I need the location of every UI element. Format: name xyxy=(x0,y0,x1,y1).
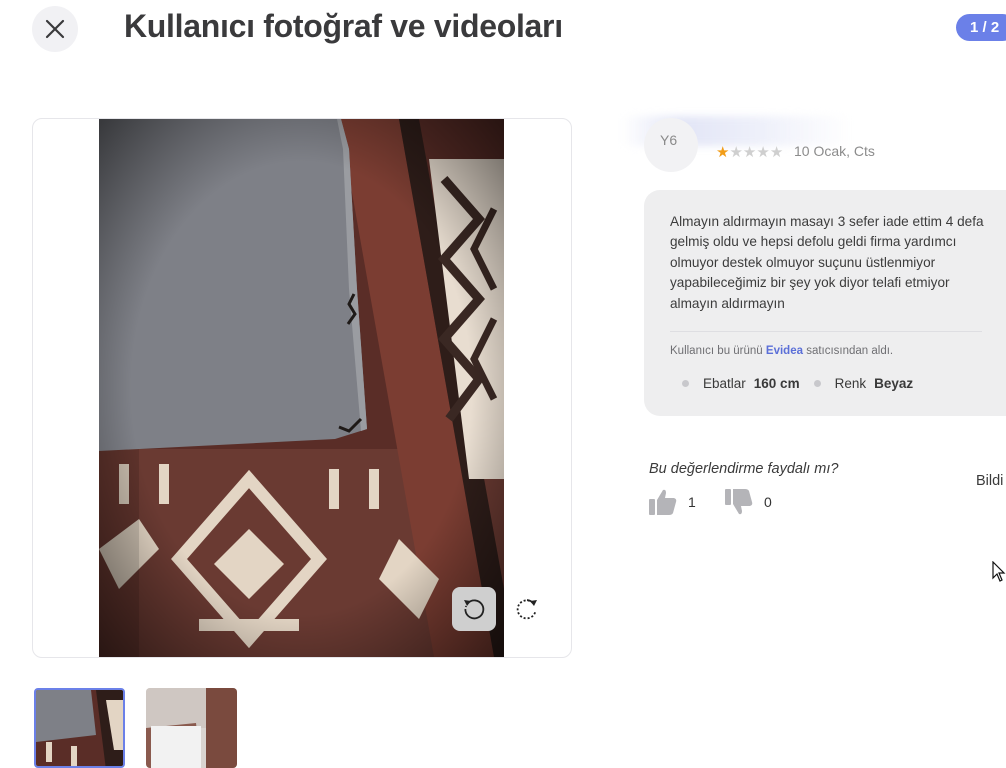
media-thumbnail-2[interactable] xyxy=(146,688,237,768)
thumbs-up-icon xyxy=(649,489,677,515)
attribute-label: Ebatlar xyxy=(703,376,746,391)
dislike-count: 0 xyxy=(764,494,772,510)
attribute-value: Beyaz xyxy=(874,376,914,391)
like-count: 1 xyxy=(688,494,696,510)
seller-info: Kullanıcı bu ürünü Evidea satıcısından a… xyxy=(670,345,893,357)
thumbs-down-icon xyxy=(725,489,753,515)
mouse-cursor-icon xyxy=(992,561,1006,582)
divider xyxy=(670,331,982,332)
review-card: Almayın aldırmayın masayı 3 sefer iade e… xyxy=(644,190,1006,416)
report-link[interactable]: Bildi xyxy=(976,473,1003,489)
avatar-initials: Y6 xyxy=(660,132,678,148)
product-attributes: Ebatlar 160 cm Renk Beyaz xyxy=(682,376,913,391)
seller-suffix: satıcısından aldı. xyxy=(806,345,894,357)
avatar: Y6 xyxy=(644,118,698,172)
star-icon: ★ xyxy=(756,144,770,161)
star-icon: ★ xyxy=(769,144,784,161)
star-icon: ★ xyxy=(742,144,757,161)
dislike-button[interactable]: 0 xyxy=(724,488,772,516)
close-icon xyxy=(45,19,65,39)
media-thumbnail-1[interactable] xyxy=(34,688,125,768)
like-button[interactable]: 1 xyxy=(648,488,696,516)
thumbnail-image xyxy=(146,688,237,768)
thumbnail-image xyxy=(36,690,123,766)
attribute-value: 160 cm xyxy=(753,376,800,391)
rotate-right-button[interactable] xyxy=(505,587,549,631)
star-icon: ★ xyxy=(716,144,730,161)
rotate-left-icon xyxy=(464,599,485,620)
helpful-question: Bu değerlendirme faydalı mı? xyxy=(649,461,839,477)
media-viewer xyxy=(32,118,572,658)
review-text: Almayın aldırmayın masayı 3 sefer iade e… xyxy=(670,214,984,311)
seller-prefix: Kullanıcı bu ürünü xyxy=(670,345,763,357)
attribute-label: Renk xyxy=(834,376,867,391)
media-counter-badge: 1 / 2 xyxy=(956,14,1006,41)
rotate-left-button[interactable] xyxy=(452,587,496,631)
modal-title: Kullanıcı fotoğraf ve videoları xyxy=(124,8,563,44)
rotate-right-icon xyxy=(516,599,537,620)
star-icon: ★ xyxy=(729,144,743,161)
review-photo[interactable] xyxy=(99,119,504,657)
review-date: 10 Ocak, Cts xyxy=(794,143,875,159)
close-button[interactable] xyxy=(32,6,78,52)
bullet-icon xyxy=(682,380,689,387)
review-photo-image xyxy=(99,119,504,657)
seller-name-link[interactable]: Evidea xyxy=(766,345,803,357)
bullet-icon xyxy=(813,380,821,387)
star-rating: ★ ★ ★ ★ ★ xyxy=(716,145,783,160)
